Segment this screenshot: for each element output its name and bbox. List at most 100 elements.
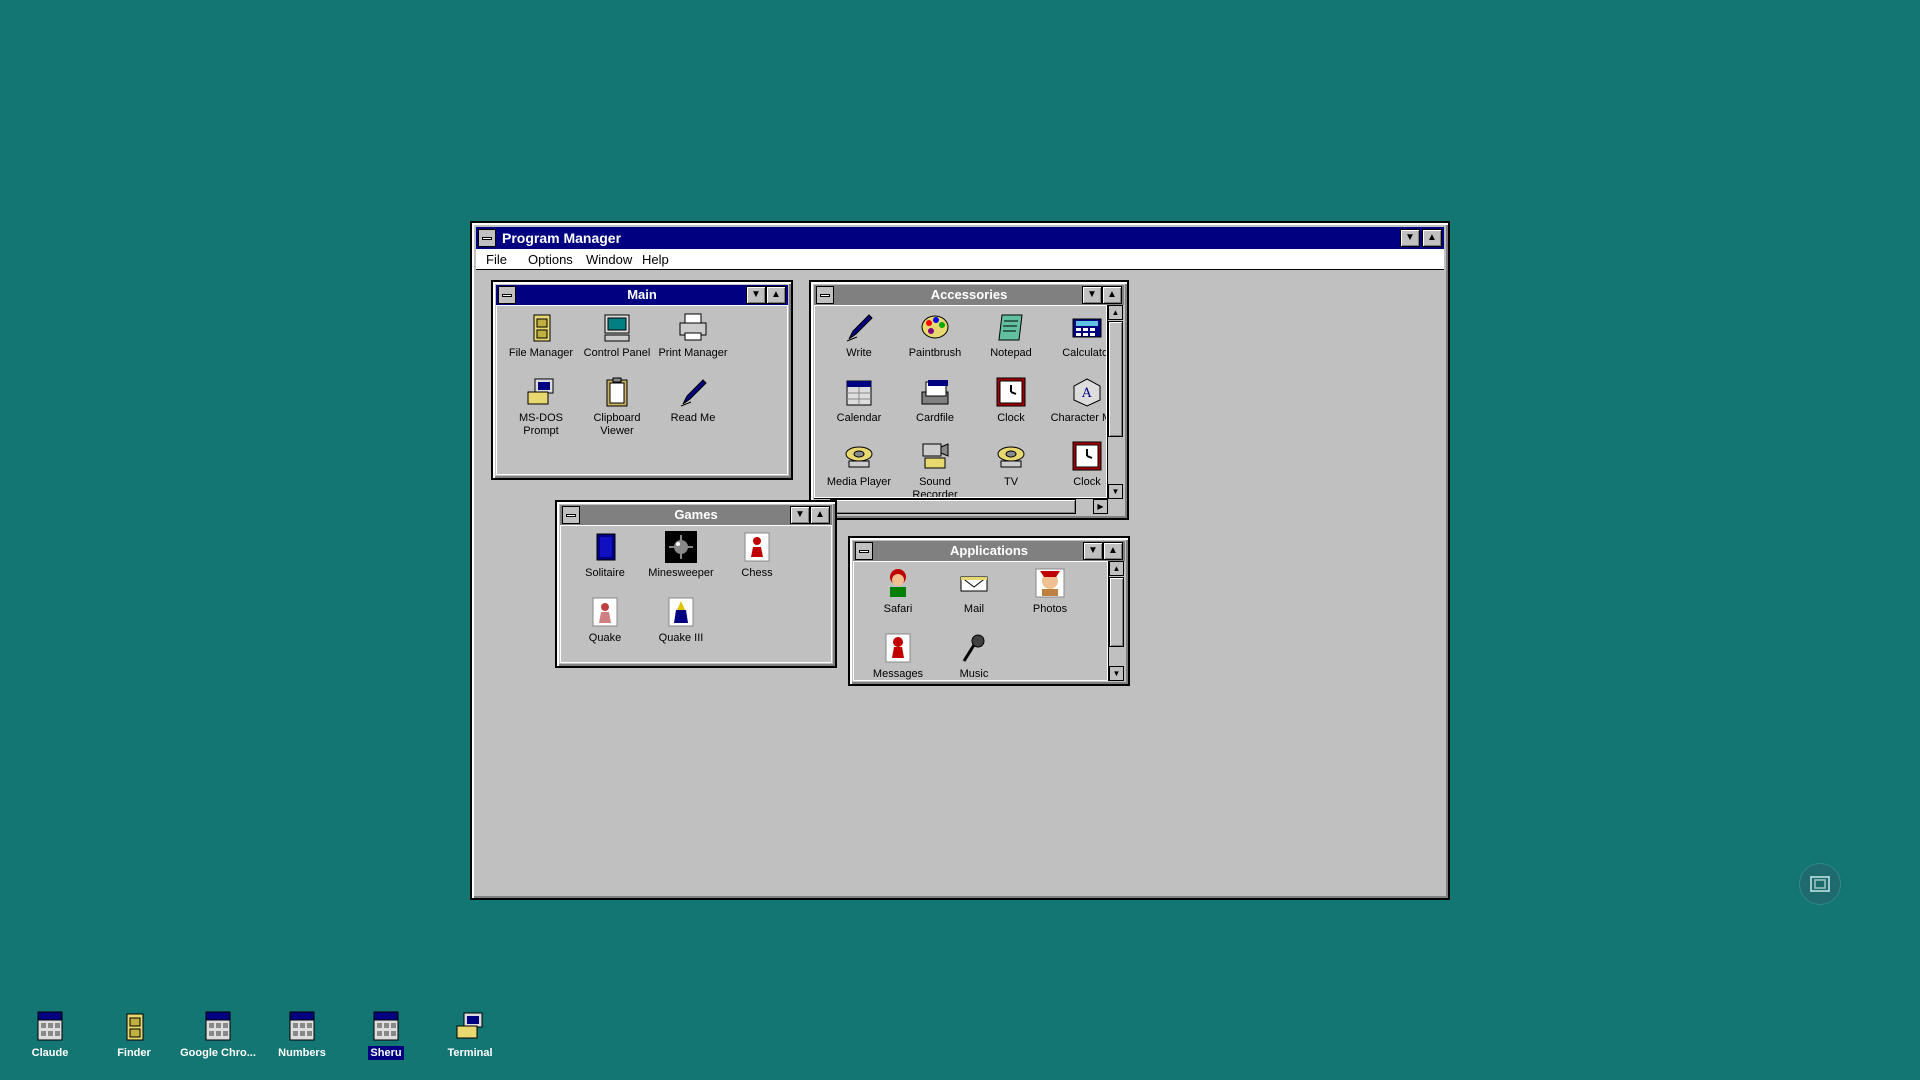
scroll-down-button[interactable]: ▼	[1108, 484, 1123, 499]
desktop-icon-claude[interactable]: Claude	[8, 1010, 92, 1060]
group-maximize-button[interactable]: ▲	[1102, 286, 1122, 304]
program-item[interactable]: Sound Recorder	[896, 440, 974, 497]
program-item[interactable]: Clipboard Viewer	[578, 376, 656, 438]
program-item[interactable]: MS-DOS Prompt	[502, 376, 580, 438]
program-item[interactable]: Paintbrush	[896, 311, 974, 360]
program-item[interactable]: Quake III	[642, 596, 720, 645]
group-minimize-button[interactable]: ▼	[1082, 286, 1102, 304]
program-item[interactable]: Notepad	[972, 311, 1050, 360]
program-item[interactable]: Chess	[718, 531, 796, 580]
group-system-menu-icon[interactable]	[562, 506, 580, 524]
minesweeper-icon	[665, 531, 697, 563]
group-accessories[interactable]: Accessories ▼ ▲ Write Paintbrush Notepad…	[809, 280, 1129, 520]
program-item[interactable]: Solitaire	[566, 531, 644, 580]
maximize-button[interactable]: ▲	[1422, 229, 1442, 247]
screen-mirror-button[interactable]	[1800, 864, 1840, 904]
clipboard-icon	[601, 376, 633, 408]
group-maximize-button[interactable]: ▲	[766, 286, 786, 304]
program-item[interactable]: Quake	[566, 596, 644, 645]
program-manager-window[interactable]: Program Manager ▼ ▲ File Options Window …	[470, 221, 1450, 900]
group-applications-titlebar[interactable]: Applications ▼ ▲	[853, 541, 1125, 561]
scroll-down-button[interactable]: ▼	[1109, 666, 1124, 681]
program-group-icon	[286, 1010, 318, 1042]
group-system-menu-icon[interactable]	[855, 542, 873, 560]
desktop-icon-google-chrome[interactable]: Google Chro...	[176, 1010, 260, 1060]
group-title: Applications	[949, 543, 1028, 558]
program-item[interactable]: Write	[820, 311, 898, 360]
program-item[interactable]: Photos	[1011, 567, 1089, 616]
menu-file[interactable]: File	[486, 252, 507, 267]
group-system-menu-icon[interactable]	[498, 286, 516, 304]
group-main-body: File Manager Control Panel Print Manager…	[496, 305, 788, 475]
group-maximize-button[interactable]: ▲	[810, 506, 830, 524]
screen-mirror-icon	[1810, 876, 1830, 892]
group-minimize-button[interactable]: ▼	[1083, 542, 1103, 560]
desktop-icon-sheru[interactable]: Sheru	[344, 1010, 428, 1060]
system-menu-icon[interactable]	[478, 229, 496, 247]
scroll-thumb[interactable]	[1108, 321, 1123, 437]
messages-icon	[882, 632, 914, 664]
scroll-up-button[interactable]: ▲	[1108, 305, 1123, 320]
program-item[interactable]: Music	[935, 632, 1013, 681]
calculator-icon	[1071, 311, 1103, 343]
solitaire-icon	[589, 531, 621, 563]
minimize-button[interactable]: ▼	[1400, 229, 1420, 247]
desktop-icon-terminal[interactable]: Terminal	[428, 1010, 512, 1060]
menu-options[interactable]: Options	[528, 252, 573, 267]
group-minimize-button[interactable]: ▼	[790, 506, 810, 524]
group-title: Games	[674, 507, 718, 522]
program-item[interactable]: Calculator	[1048, 311, 1106, 360]
group-applications[interactable]: Applications ▼ ▲ Safari Mail Photos Mess…	[848, 536, 1130, 686]
desktop-icon-numbers[interactable]: Numbers	[260, 1010, 344, 1060]
file-cabinet-icon	[118, 1010, 150, 1042]
group-title: Main	[627, 287, 657, 302]
program-item[interactable]: Clock	[1048, 440, 1106, 489]
group-games-body: Solitaire Minesweeper Chess Quake Quake …	[560, 525, 832, 663]
program-item[interactable]: Print Manager	[654, 311, 732, 360]
menu-bar: File Options Window Help	[476, 249, 1444, 270]
control-panel-icon	[601, 311, 633, 343]
scroll-up-button[interactable]: ▲	[1109, 561, 1124, 576]
photos-icon	[1034, 567, 1066, 599]
program-item[interactable]: Minesweeper	[642, 531, 720, 580]
program-manager-titlebar[interactable]: Program Manager ▼ ▲	[476, 227, 1444, 249]
chess-icon	[741, 531, 773, 563]
program-item[interactable]: Clock	[972, 376, 1050, 425]
program-item[interactable]: Media Player	[820, 440, 898, 489]
scroll-right-button[interactable]: ▶	[1093, 499, 1108, 514]
program-item[interactable]: A Character Map	[1048, 376, 1106, 425]
horizontal-scrollbar[interactable]: ▶	[814, 498, 1108, 515]
group-main-titlebar[interactable]: Main ▼ ▲	[496, 285, 788, 305]
group-applications-body: Safari Mail Photos Messages Music	[853, 561, 1108, 681]
program-item[interactable]: Read Me	[654, 376, 732, 425]
group-system-menu-icon[interactable]	[816, 286, 834, 304]
program-item[interactable]: Mail	[935, 567, 1013, 616]
group-accessories-titlebar[interactable]: Accessories ▼ ▲	[814, 285, 1124, 305]
group-minimize-button[interactable]: ▼	[746, 286, 766, 304]
program-item[interactable]: TV	[972, 440, 1050, 489]
menu-window[interactable]: Window	[586, 252, 632, 267]
program-item[interactable]: Cardfile	[896, 376, 974, 425]
program-item[interactable]: Control Panel	[578, 311, 656, 360]
program-item[interactable]: Calendar	[820, 376, 898, 425]
file-cabinet-icon	[525, 311, 557, 343]
vertical-scrollbar[interactable]: ▲ ▼	[1108, 561, 1125, 681]
group-games-titlebar[interactable]: Games ▼ ▲	[560, 505, 832, 525]
group-maximize-button[interactable]: ▲	[1103, 542, 1123, 560]
group-main[interactable]: Main ▼ ▲ File Manager Control Panel Prin…	[491, 280, 793, 480]
quake3-icon	[665, 596, 697, 628]
character-map-icon: A	[1071, 376, 1103, 408]
pen-icon	[677, 376, 709, 408]
program-group-icon	[370, 1010, 402, 1042]
vertical-scrollbar[interactable]: ▲ ▼	[1107, 305, 1124, 499]
group-games[interactable]: Games ▼ ▲ Solitaire Minesweeper Chess Qu…	[555, 500, 837, 668]
program-item[interactable]: Safari	[859, 567, 937, 616]
ms-dos-icon	[454, 1010, 486, 1042]
ms-dos-icon	[525, 376, 557, 408]
program-item[interactable]: Messages	[859, 632, 937, 681]
menu-help[interactable]: Help	[642, 252, 669, 267]
scroll-thumb[interactable]	[830, 499, 1076, 514]
program-item[interactable]: File Manager	[502, 311, 580, 360]
scroll-thumb[interactable]	[1109, 577, 1124, 647]
desktop-icon-finder[interactable]: Finder	[92, 1010, 176, 1060]
